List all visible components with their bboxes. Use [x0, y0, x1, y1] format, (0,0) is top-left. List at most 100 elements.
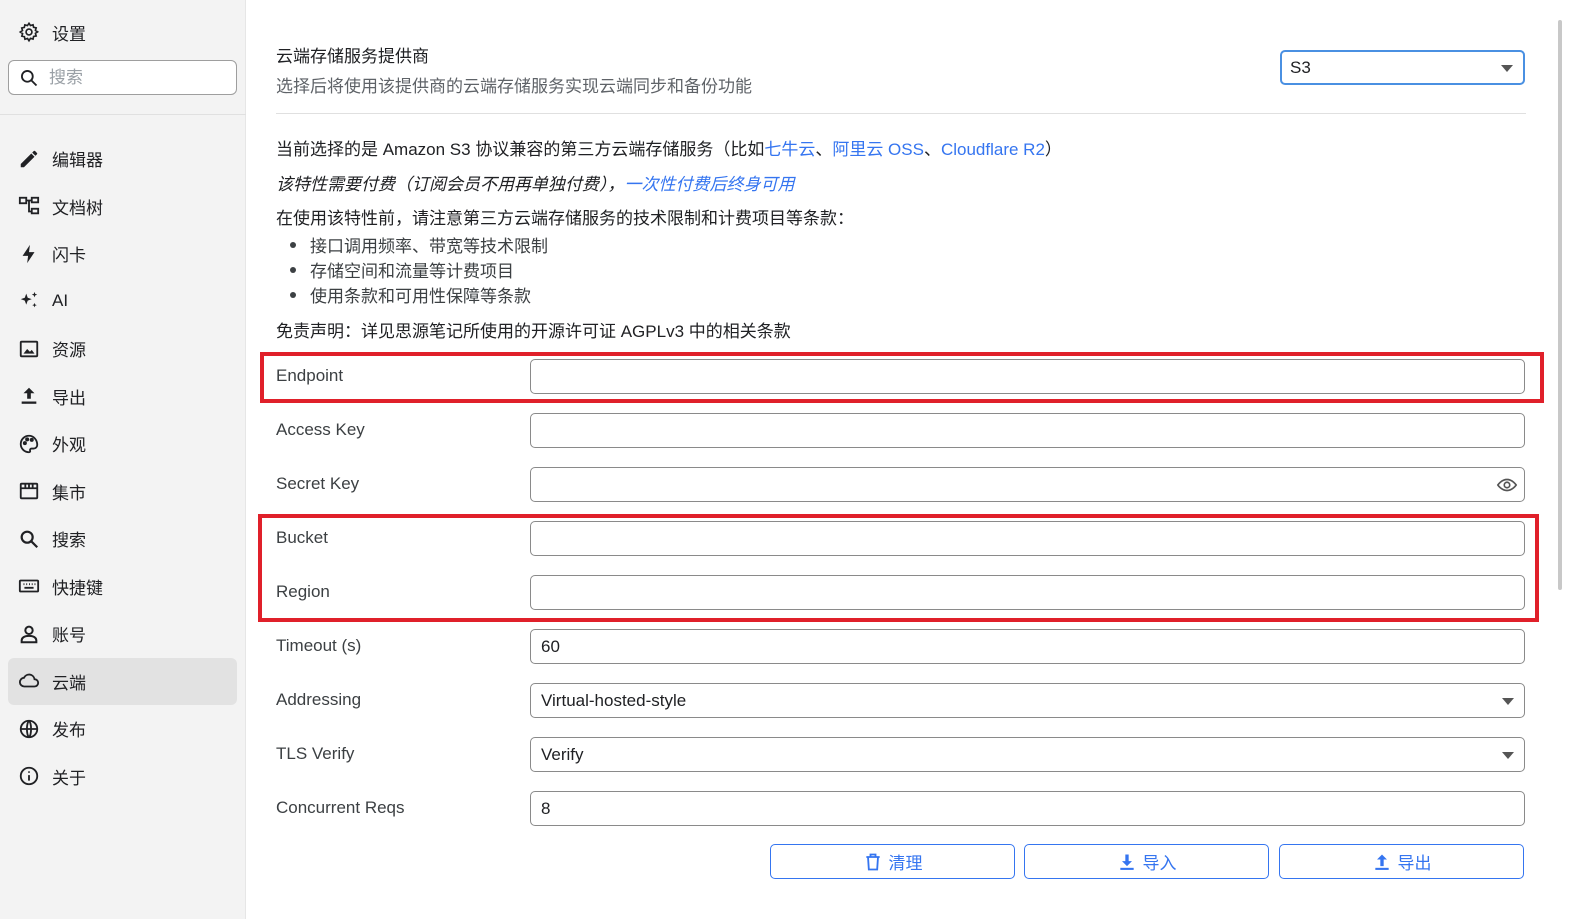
chevron-down-icon: [1501, 64, 1513, 72]
sidebar-item-export[interactable]: 导出: [8, 373, 237, 421]
list-item: 接口调用频率、带宽等技术限制: [276, 232, 548, 257]
tls-verify-value: Verify: [541, 744, 584, 764]
image-icon: [19, 340, 39, 357]
timeout-label: Timeout (s): [276, 636, 362, 655]
list-item-text: 使用条款和可用性保障等条款: [310, 287, 531, 306]
sidebar-item-label: 发布: [52, 721, 86, 741]
paid-note-text: 该特性需要付费（订阅会员不用再单独付费），: [276, 175, 625, 194]
export-button[interactable]: 导出: [1279, 844, 1524, 879]
lightning-icon: [22, 244, 35, 263]
sidebar-item-bazaar[interactable]: 集市: [8, 468, 237, 516]
sidebar-item-publish[interactable]: 发布: [8, 705, 237, 753]
sidebar-item-label: 账号: [52, 626, 86, 646]
provider-info-text: 当前选择的是 Amazon S3 协议兼容的第三方云端存储服务（比如: [276, 140, 765, 159]
sidebar-item-search[interactable]: 搜索: [8, 515, 237, 563]
cloud-icon: [18, 673, 40, 688]
list-item-text: 接口调用频率、带宽等技术限制: [310, 237, 548, 256]
separator: 、: [815, 140, 833, 159]
addressing-value: Virtual-hosted-style: [541, 690, 687, 710]
timeout-field[interactable]: 60: [530, 629, 1525, 664]
palette-icon: [19, 434, 39, 453]
sidebar-item-keymap[interactable]: 快捷键: [8, 563, 237, 611]
provider-info-suffix: ）: [1044, 140, 1062, 159]
settings-title-text: 设置: [52, 24, 86, 44]
list-item-text: 存储空间和流量等计费项目: [310, 262, 514, 281]
tls-verify-select[interactable]: Verify: [530, 737, 1525, 772]
purge-button[interactable]: 清理: [770, 844, 1015, 879]
sidebar-item-label: 集市: [52, 483, 86, 503]
keyboard-icon: [18, 579, 40, 593]
sidebar-item-label: 导出: [52, 388, 86, 408]
gear-icon: [18, 21, 40, 43]
sidebar-item-editor[interactable]: 编辑器: [8, 135, 237, 183]
terms-list: 接口调用频率、带宽等技术限制 存储空间和流量等计费项目 使用条款和可用性保障等条…: [276, 232, 548, 307]
addressing-select[interactable]: Virtual-hosted-style: [530, 683, 1525, 718]
access-key-label: Access Key: [276, 420, 365, 439]
highlight-endpoint: [260, 352, 1544, 403]
sidebar-item-flashcard[interactable]: 闪卡: [8, 230, 237, 278]
concurrent-reqs-field[interactable]: 8: [530, 791, 1525, 826]
sidebar-item-label: 快捷键: [52, 578, 103, 598]
provider-title: 云端存储服务提供商: [276, 47, 429, 66]
upload-icon: [1374, 854, 1389, 870]
purge-button-label: 清理: [888, 854, 923, 873]
sidebar-item-ai[interactable]: AI: [8, 278, 237, 326]
link-cloudflare-r2[interactable]: Cloudflare R2: [941, 140, 1045, 159]
link-aliyun-oss[interactable]: 阿里云 OSS: [832, 140, 924, 159]
sidebar-item-appearance[interactable]: 外观: [8, 420, 237, 468]
settings-title: 设置: [18, 20, 86, 44]
provider-description: 选择后将使用该提供商的云端存储服务实现云端同步和备份功能: [276, 77, 752, 96]
search-input[interactable]: [49, 67, 219, 88]
scrollbar[interactable]: [1558, 20, 1562, 590]
list-item: 存储空间和流量等计费项目: [276, 257, 548, 282]
globe-icon: [19, 719, 39, 738]
download-icon: [1119, 854, 1134, 870]
sidebar-item-about[interactable]: 关于: [8, 753, 237, 801]
timeout-value: 60: [541, 636, 560, 656]
sidebar-item-label: 关于: [52, 768, 86, 788]
upload-icon: [21, 388, 37, 405]
search-icon: [20, 530, 39, 548]
import-button[interactable]: 导入: [1024, 844, 1269, 879]
sidebar-search[interactable]: [8, 60, 237, 95]
secret-key-field[interactable]: [530, 467, 1525, 502]
sidebar-item-account[interactable]: 账号: [8, 610, 237, 658]
eye-icon[interactable]: [1496, 474, 1518, 496]
separator: 、: [923, 140, 941, 159]
sidebar-item-assets[interactable]: 资源: [8, 325, 237, 373]
provider-select[interactable]: S3: [1280, 50, 1525, 85]
cloud-settings-panel: 云端存储服务提供商 选择后将使用该提供商的云端存储服务实现云端同步和备份功能 S…: [246, 0, 1556, 919]
paid-link[interactable]: 一次性付费后终身可用: [625, 175, 795, 194]
store-icon: [19, 483, 39, 500]
access-key-field[interactable]: [530, 413, 1525, 448]
addressing-label: Addressing: [276, 690, 362, 709]
search-icon: [21, 69, 38, 86]
concurrent-reqs-label: Concurrent Reqs: [276, 798, 405, 817]
sidebar-item-cloud[interactable]: 云端: [8, 657, 237, 705]
terms-notice: 在使用该特性前，请注意第三方云端存储服务的技术限制和计费项目等条款：: [276, 209, 854, 228]
provider-select-value: S3: [1290, 57, 1311, 77]
concurrent-reqs-value: 8: [541, 798, 551, 818]
sidebar-item-label: 外观: [52, 436, 86, 456]
sidebar-nav: 编辑器 文档树 闪卡 AI 资源 导出 外观 集市 搜索 快捷键 账号 云端 发…: [8, 135, 237, 800]
pencil-icon: [20, 150, 38, 167]
sparkle-icon: [20, 292, 38, 308]
sidebar: 设置 编辑器 文档树 闪卡 AI: [0, 0, 246, 919]
paid-note: 该特性需要付费（订阅会员不用再单独付费），一次性付费后终身可用: [276, 170, 795, 195]
sidebar-item-label: 搜索: [52, 531, 86, 551]
sidebar-item-filetree[interactable]: 文档树: [8, 183, 237, 231]
access-key-input[interactable]: [541, 414, 1524, 447]
link-qiniu[interactable]: 七牛云: [764, 140, 815, 159]
tls-verify-label: TLS Verify: [276, 744, 355, 763]
info-icon: [19, 767, 39, 786]
sidebar-divider: [0, 114, 246, 115]
highlight-bucket-region: [258, 514, 1539, 622]
disclaimer: 免责声明：详见思源笔记所使用的开源许可证 AGPLv3 中的相关条款: [276, 322, 791, 341]
sidebar-item-label: 资源: [52, 341, 86, 361]
user-icon: [20, 625, 38, 644]
secret-key-input[interactable]: [541, 468, 1524, 501]
settings-window: 设置 编辑器 文档树 闪卡 AI: [0, 0, 1585, 919]
sidebar-item-label: AI: [52, 291, 69, 311]
export-button-label: 导出: [1397, 854, 1432, 873]
trash-icon: [865, 853, 880, 870]
